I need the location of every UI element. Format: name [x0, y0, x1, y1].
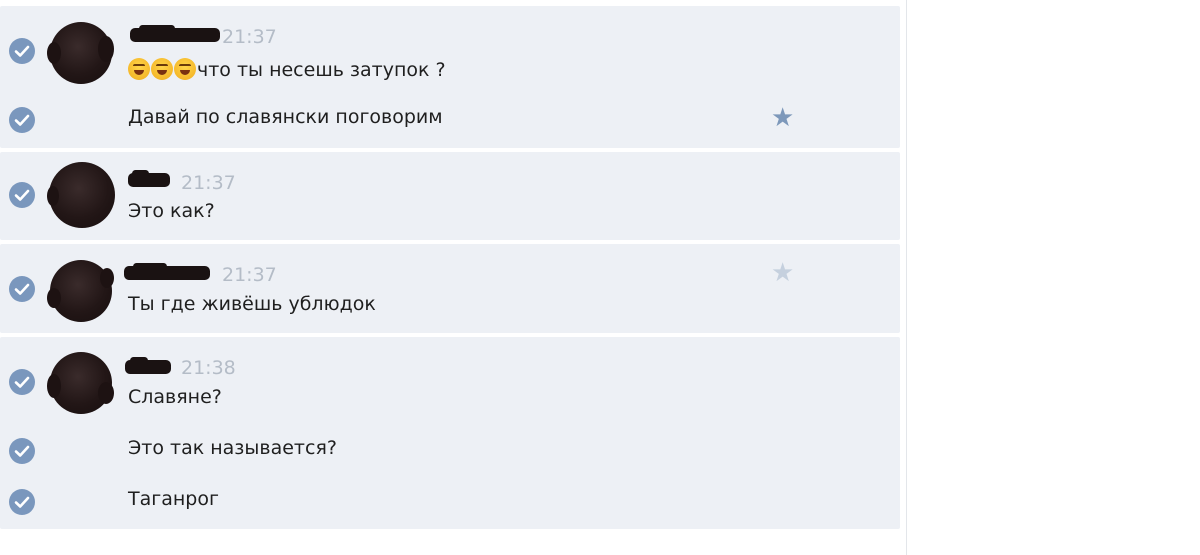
- grinning-squinting-face-icon: [151, 58, 173, 80]
- avatar[interactable]: [47, 260, 114, 322]
- avatar[interactable]: [47, 22, 114, 84]
- message-time: 21:38: [181, 357, 236, 379]
- message-text: Это так называется?: [128, 437, 337, 459]
- check-circle-icon[interactable]: [9, 489, 35, 515]
- star-icon[interactable]: ★: [771, 260, 794, 286]
- message-thread: 21:37 что ты несешь затупок ? Давай по с…: [0, 0, 907, 555]
- check-circle-icon[interactable]: [9, 438, 35, 464]
- avatar[interactable]: [47, 162, 115, 228]
- message-group[interactable]: 21:37 Это как?: [0, 152, 900, 240]
- author-name-redacted[interactable]: [130, 25, 220, 42]
- check-circle-icon[interactable]: [9, 38, 35, 64]
- message-text: Таганрог: [128, 488, 219, 510]
- message-text: Это как?: [128, 200, 215, 222]
- check-circle-icon[interactable]: [9, 107, 35, 133]
- grinning-squinting-face-icon: [128, 58, 150, 80]
- author-name-redacted[interactable]: [128, 170, 170, 187]
- author-name-redacted[interactable]: [124, 263, 210, 280]
- message-text-content: что ты несешь затупок ?: [197, 59, 446, 81]
- message-text: Славяне?: [128, 386, 222, 408]
- message-text: Давай по славянски поговорим: [128, 106, 443, 128]
- message-group[interactable]: 21:37 что ты несешь затупок ? Давай по с…: [0, 6, 900, 148]
- message-group[interactable]: 21:38 Славяне? Это так называется? Таган…: [0, 337, 900, 529]
- author-name-redacted[interactable]: [125, 357, 171, 374]
- message-group[interactable]: 21:37 Ты где живёшь ублюдок ★: [0, 244, 900, 333]
- check-circle-icon[interactable]: [9, 369, 35, 395]
- check-circle-icon[interactable]: [9, 182, 35, 208]
- message-time: 21:37: [222, 264, 277, 286]
- grinning-squinting-face-icon: [174, 58, 196, 80]
- star-icon[interactable]: ★: [771, 105, 794, 131]
- check-circle-icon[interactable]: [9, 276, 35, 302]
- message-time: 21:37: [181, 172, 236, 194]
- message-time: 21:37: [222, 26, 277, 48]
- message-text: Ты где живёшь ублюдок: [128, 293, 376, 315]
- avatar[interactable]: [47, 352, 114, 414]
- message-text: что ты несешь затупок ?: [128, 58, 446, 81]
